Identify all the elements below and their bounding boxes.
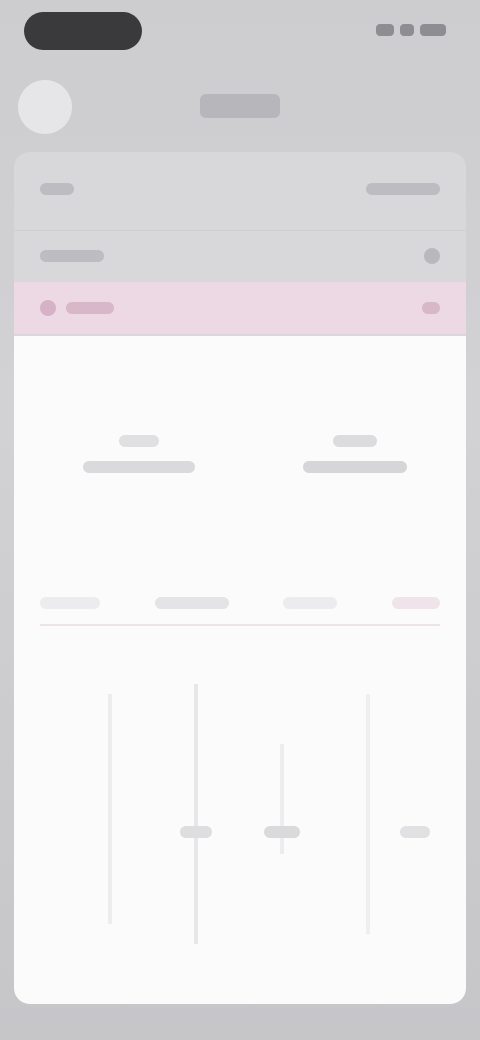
battery-icon bbox=[420, 24, 446, 36]
page-title bbox=[200, 94, 280, 118]
summary-right-label-placeholder bbox=[303, 461, 407, 473]
status-bar bbox=[0, 0, 480, 64]
header-row-2[interactable] bbox=[14, 230, 466, 280]
row-2-left-placeholder bbox=[40, 249, 104, 262]
row-2-icon bbox=[424, 247, 440, 264]
dynamic-island bbox=[24, 12, 142, 50]
highlight-row-action-placeholder bbox=[422, 302, 440, 314]
status-icons bbox=[356, 22, 446, 38]
row-1-left-placeholder bbox=[40, 183, 74, 195]
summary-left-label-placeholder bbox=[83, 461, 195, 473]
chart-marker-1 bbox=[180, 826, 212, 838]
app-screen bbox=[0, 0, 480, 1040]
tab-2[interactable] bbox=[154, 597, 229, 609]
row-1-right-placeholder bbox=[366, 183, 440, 195]
chart-marker-3 bbox=[400, 826, 430, 838]
highlight-row-icon bbox=[40, 300, 56, 316]
signal-icon bbox=[376, 24, 394, 36]
summary-left-value-placeholder bbox=[119, 435, 159, 447]
chart-marker-2 bbox=[264, 826, 300, 838]
summary-panel bbox=[14, 336, 466, 1004]
highlight-row-left bbox=[40, 300, 114, 316]
chart-svg bbox=[108, 684, 430, 944]
wifi-icon bbox=[400, 24, 414, 36]
summary-metric-right bbox=[280, 414, 430, 494]
chart-area bbox=[34, 654, 446, 974]
tab-3[interactable] bbox=[283, 597, 338, 609]
content-sheet bbox=[14, 152, 466, 1004]
summary-metric-left bbox=[64, 414, 214, 494]
header-row-1[interactable] bbox=[14, 164, 466, 214]
summary-right-value-placeholder bbox=[333, 435, 377, 447]
chart-tabs bbox=[40, 582, 440, 626]
top-navigation bbox=[0, 72, 480, 142]
tab-4[interactable] bbox=[391, 597, 440, 609]
tab-1[interactable] bbox=[40, 597, 100, 609]
highlight-row-label-placeholder bbox=[66, 302, 114, 314]
avatar[interactable] bbox=[18, 80, 72, 134]
highlight-row[interactable] bbox=[14, 282, 466, 334]
